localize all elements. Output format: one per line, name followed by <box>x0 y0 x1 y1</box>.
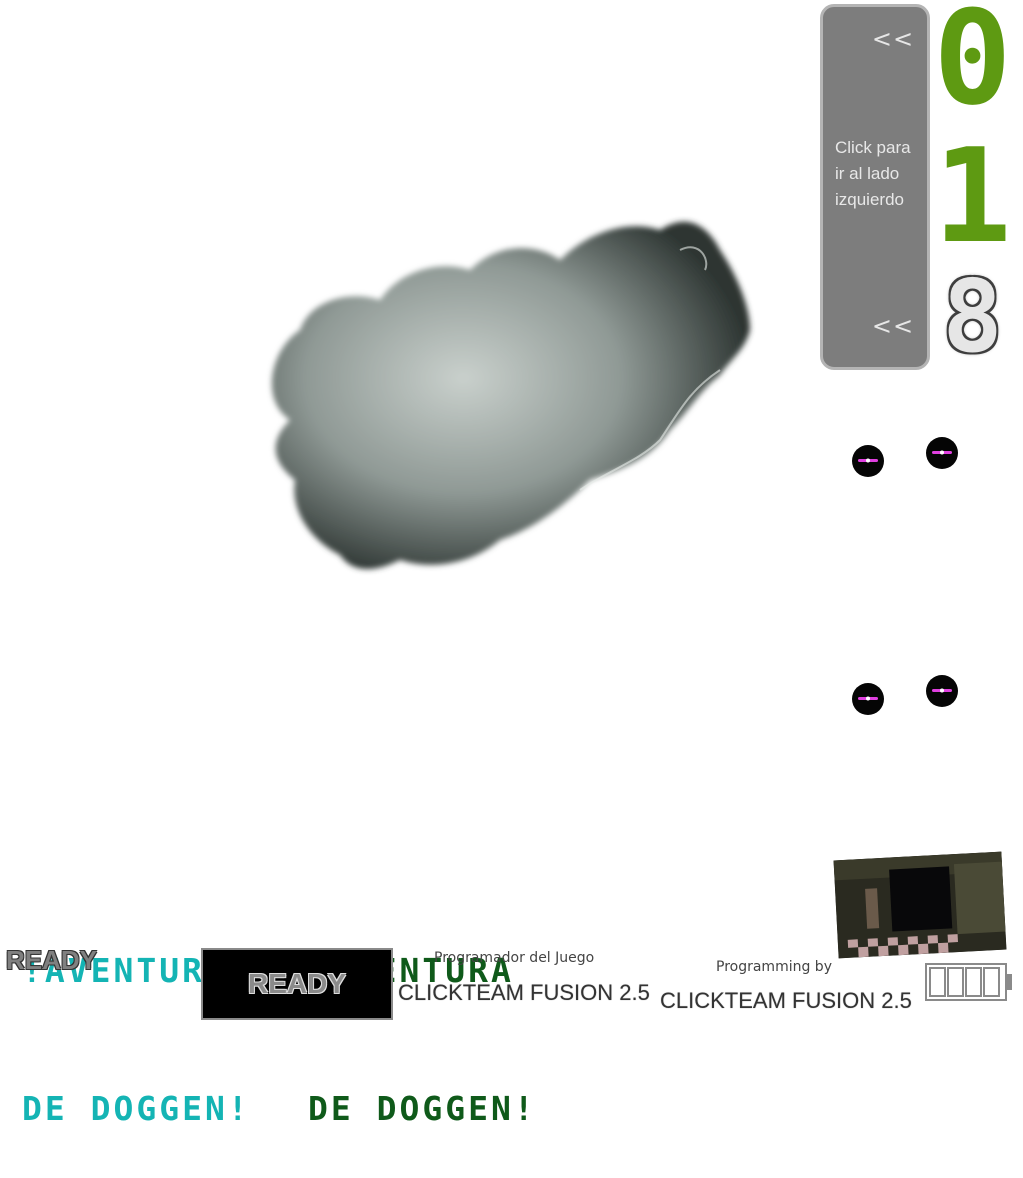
go-left-label-line3: izquierdo <box>835 190 904 209</box>
battery-icon <box>925 963 1012 1001</box>
glowing-eye-icon <box>926 675 958 707</box>
credit-label-en: Programming by <box>716 959 832 975</box>
credit-engine-en: CLICKTEAM FUSION 2.5 <box>660 988 912 1013</box>
counter-digit-hundreds: 0 <box>933 0 1012 134</box>
ready-button[interactable]: READY <box>201 948 393 1020</box>
game-title-cyan-line2: DE DOGGEN! <box>22 1089 251 1128</box>
go-left-label-line2: ir al lado <box>835 164 900 183</box>
smoke-cloud <box>271 221 750 570</box>
glowing-eye-icon <box>852 445 884 477</box>
game-title-green-line2: DE DOGGEN! <box>308 1089 537 1128</box>
ready-label: READY <box>6 945 98 975</box>
go-left-panel[interactable]: << Click para ir al lado izquierdo << <box>820 4 930 370</box>
room-thumbnail <box>833 851 1007 959</box>
credit-engine-es: CLICKTEAM FUSION 2.5 <box>398 980 650 1005</box>
go-left-label: Click para ir al lado izquierdo <box>835 135 927 213</box>
ready-button-label: READY <box>247 968 346 999</box>
glowing-eye-icon <box>926 437 958 469</box>
counter-digit-tens: 1 <box>933 120 1012 272</box>
counter-digit-ones: 8 <box>942 258 1003 375</box>
credit-label-es: Programador del Juego <box>434 950 595 966</box>
glowing-eye-icon <box>852 683 884 715</box>
go-left-label-line1: Click para <box>835 138 911 157</box>
